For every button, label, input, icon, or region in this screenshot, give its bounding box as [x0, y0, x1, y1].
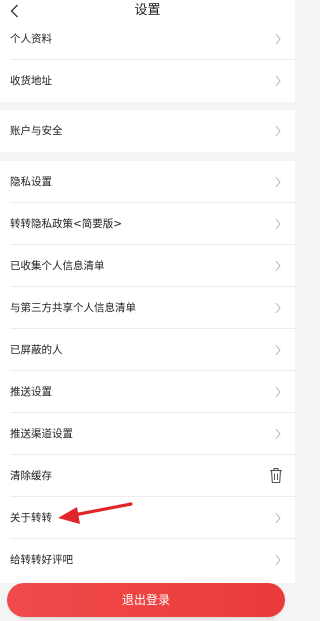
menu-item-rate-app[interactable]: 给转转好评吧 — [0, 539, 295, 581]
chevron-right-icon — [275, 75, 281, 87]
chevron-right-icon — [275, 512, 281, 524]
menu-item-profile[interactable]: 个人资料 — [0, 18, 295, 60]
menu-item-privacy-policy[interactable]: 转转隐私政策<简要版> — [0, 203, 295, 245]
chevron-right-icon — [275, 260, 281, 272]
menu-item-collected-info[interactable]: 已收集个人信息清单 — [0, 245, 295, 287]
menu-item-push-channel-settings[interactable]: 推送渠道设置 — [0, 413, 295, 455]
menu-item-about[interactable]: 关于转转 — [0, 497, 295, 539]
chevron-right-icon — [275, 218, 281, 230]
chevron-right-icon — [275, 33, 281, 45]
chevron-right-icon — [275, 344, 281, 356]
chevron-right-icon — [275, 125, 281, 137]
menu-item-label: 与第三方共享个人信息清单 — [10, 302, 136, 314]
chevron-right-icon — [275, 554, 281, 566]
menu-item-push-settings[interactable]: 推送设置 — [0, 371, 295, 413]
menu-item-clear-cache[interactable]: 清除缓存 — [0, 455, 295, 497]
menu-item-label: 给转转好评吧 — [10, 554, 73, 566]
menu-item-label: 已屏蔽的人 — [10, 344, 63, 356]
menu-item-label: 关于转转 — [10, 512, 52, 524]
trash-icon[interactable] — [269, 467, 283, 484]
chevron-right-icon — [275, 176, 281, 188]
group-profile: 个人资料 收货地址 — [0, 18, 295, 102]
chevron-right-icon — [275, 428, 281, 440]
menu-item-blocked-users[interactable]: 已屏蔽的人 — [0, 329, 295, 371]
menu-item-label: 个人资料 — [10, 33, 52, 45]
chevron-right-icon — [275, 302, 281, 314]
menu-item-label: 已收集个人信息清单 — [10, 260, 105, 272]
group-account: 账户与安全 — [0, 110, 295, 152]
menu-item-label: 收货地址 — [10, 75, 52, 87]
menu-item-privacy-settings[interactable]: 隐私设置 — [0, 161, 295, 203]
chevron-right-icon — [275, 386, 281, 398]
menu-item-label: 清除缓存 — [10, 470, 52, 482]
menu-item-address[interactable]: 收货地址 — [0, 60, 295, 102]
menu-item-label: 转转隐私政策<简要版> — [10, 218, 123, 230]
menu-item-label: 推送设置 — [10, 386, 52, 398]
group-settings: 隐私设置 转转隐私政策<简要版> 已收集个人信息清单 与第三方共享个人信息清单 … — [0, 161, 295, 583]
menu-item-third-party-sharing[interactable]: 与第三方共享个人信息清单 — [0, 287, 295, 329]
menu-item-label: 隐私设置 — [10, 176, 52, 188]
logout-button[interactable]: 退出登录 — [7, 583, 285, 617]
menu-item-account-security[interactable]: 账户与安全 — [0, 110, 295, 152]
menu-item-label: 账户与安全 — [10, 125, 63, 137]
menu-item-label: 推送渠道设置 — [10, 428, 73, 440]
